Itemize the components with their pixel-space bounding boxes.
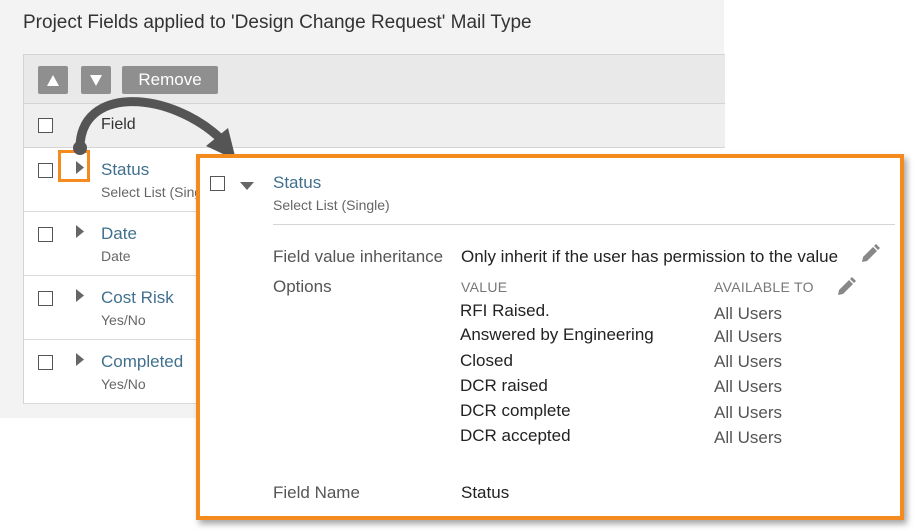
option-available: All Users [714,327,783,346]
detail-field-type: Select List (Single) [273,197,390,213]
field-detail-panel: Status Select List (Single) Field value … [196,154,904,520]
option-value: Answered by Engineering [460,325,654,344]
option-available: All Users [714,377,783,396]
available-column-header: AVAILABLE TO [714,279,814,295]
option-available: All Users [714,428,783,447]
field-name-value: Status [461,483,510,502]
option-available: All Users [714,304,783,323]
detail-field-name[interactable]: Status [273,173,321,193]
option-value: RFI Raised. [460,301,550,320]
option-value: Closed [460,351,513,370]
options-label: Options [273,277,332,296]
option-value: DCR raised [460,376,548,395]
option-value: DCR complete [460,401,571,420]
pencil-icon[interactable] [860,244,880,264]
detail-checkbox[interactable] [210,176,225,191]
option-value: DCR accepted [460,426,571,445]
collapse-arrow-icon[interactable] [240,182,254,190]
divider [273,224,895,225]
pencil-icon[interactable] [836,277,856,297]
option-available: All Users [714,403,783,422]
value-column-header: VALUE [461,279,508,295]
field-name-label: Field Name [273,483,360,502]
inheritance-value: Only inherit if the user has permission … [461,247,839,266]
inheritance-label: Field value inheritance [273,247,444,266]
option-available: All Users [714,352,783,371]
